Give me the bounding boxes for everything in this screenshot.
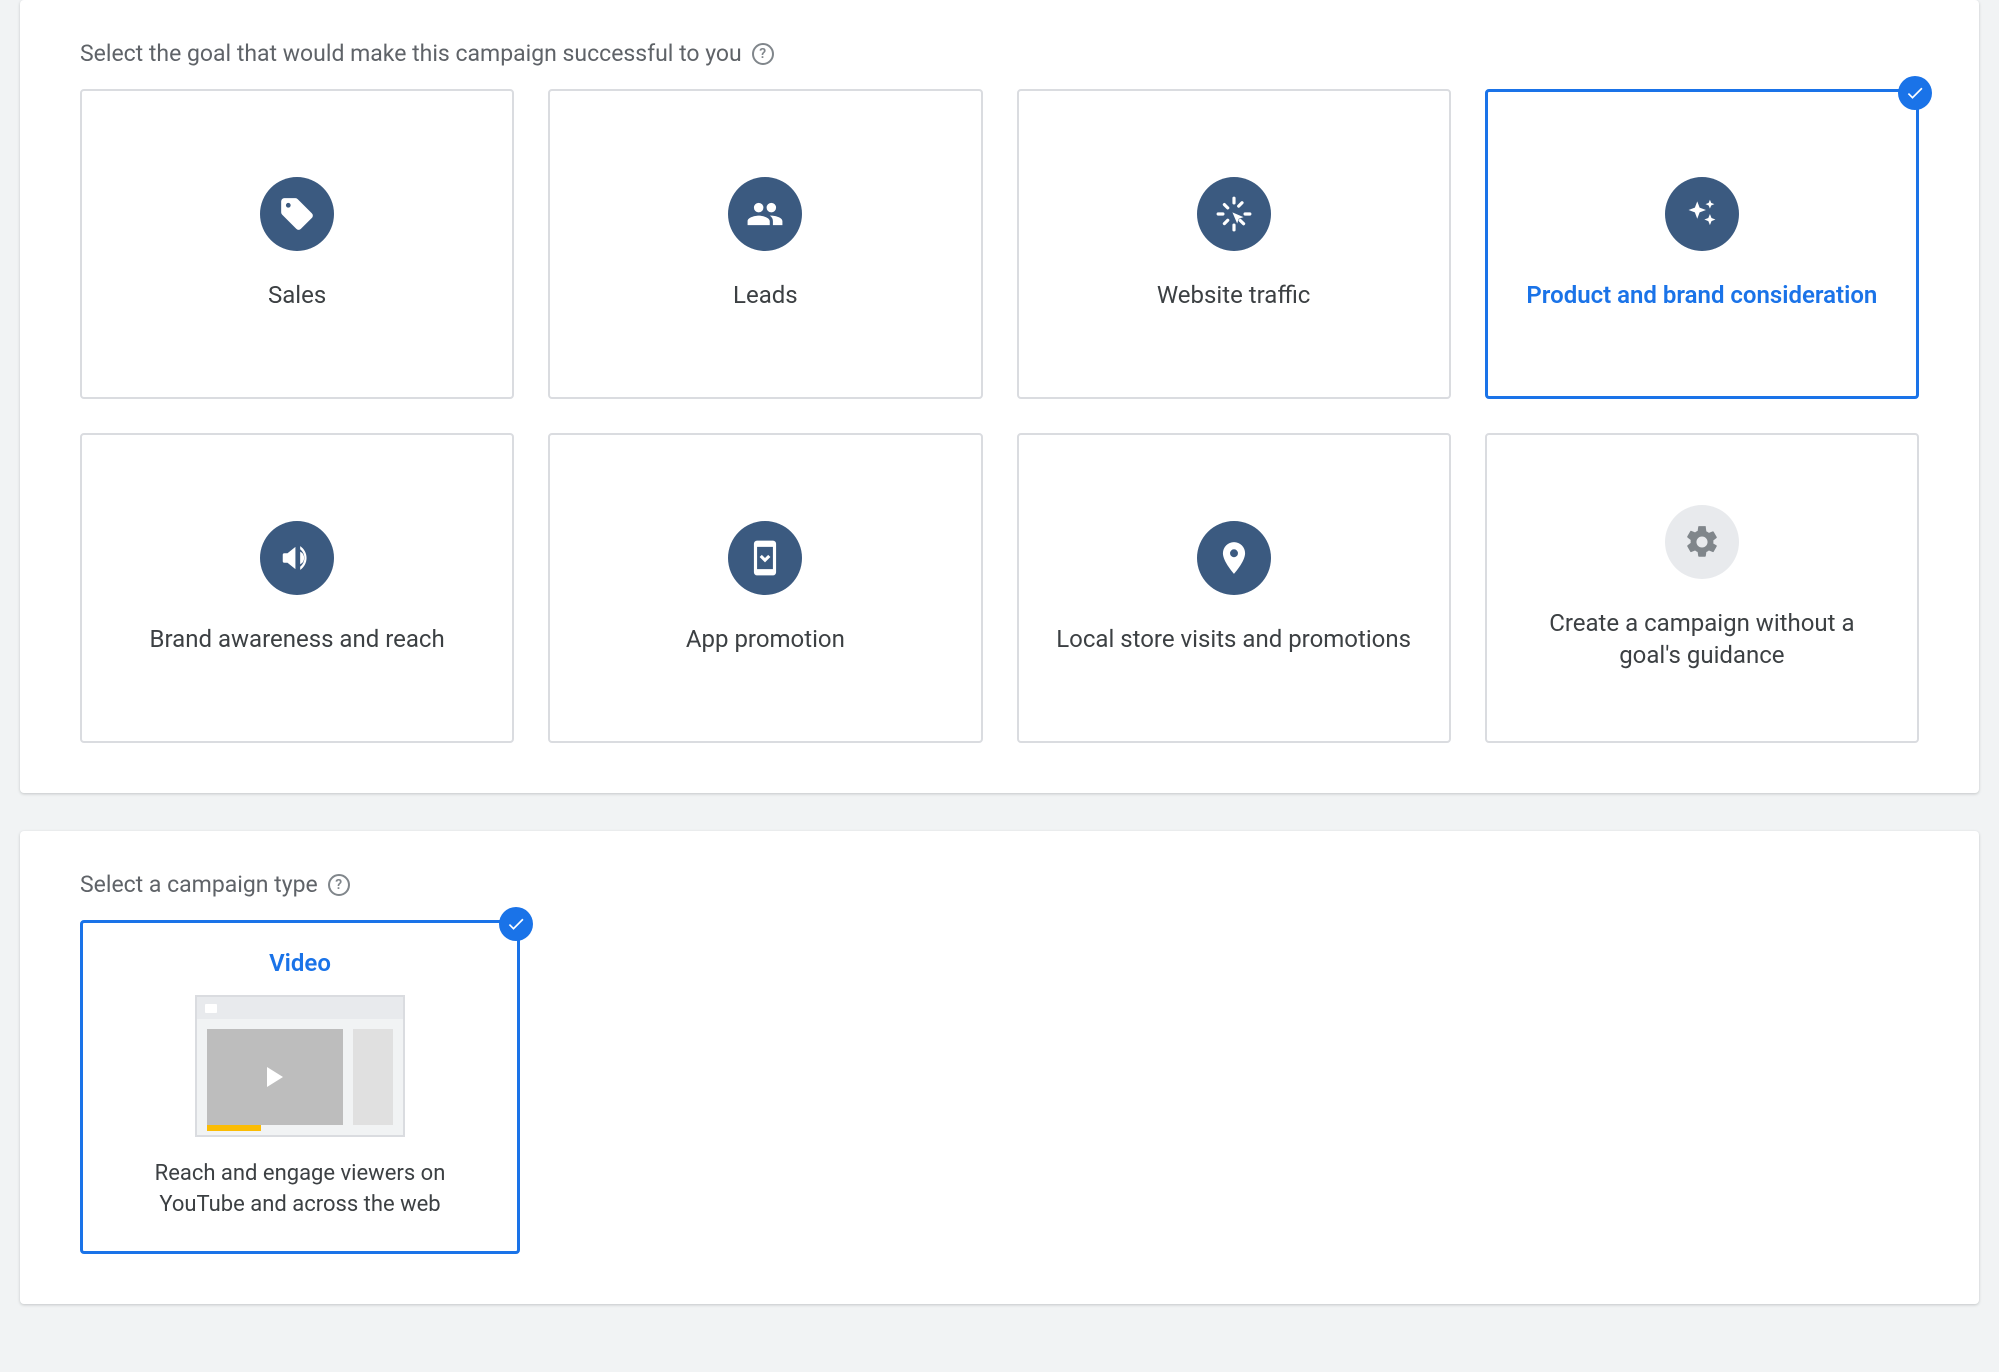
click-icon (1197, 177, 1271, 251)
goal-heading-text: Select the goal that would make this cam… (80, 40, 742, 67)
app-download-icon (728, 521, 802, 595)
check-icon (1898, 76, 1932, 110)
goal-label: App promotion (686, 623, 845, 655)
goal-card-local-store[interactable]: Local store visits and promotions (1017, 433, 1451, 743)
megaphone-icon (260, 521, 334, 595)
campaign-type-card-video[interactable]: Video Reach and engage viewers on YouTub… (80, 920, 520, 1254)
goal-card-app-promotion[interactable]: App promotion (548, 433, 982, 743)
goal-label: Leads (733, 279, 798, 311)
goal-card-sales[interactable]: Sales (80, 89, 514, 399)
goal-card-leads[interactable]: Leads (548, 89, 982, 399)
location-pin-icon (1197, 521, 1271, 595)
tag-icon (260, 177, 334, 251)
campaign-type-heading-text: Select a campaign type (80, 871, 318, 898)
sparkle-icon (1665, 177, 1739, 251)
goal-heading: Select the goal that would make this cam… (80, 40, 1919, 67)
goal-label: Sales (268, 279, 326, 311)
campaign-type-description: Reach and engage viewers on YouTube and … (120, 1159, 480, 1221)
goal-label: Website traffic (1157, 279, 1311, 311)
goal-card-no-goal[interactable]: Create a campaign without a goal's guida… (1485, 433, 1919, 743)
goal-card-website-traffic[interactable]: Website traffic (1017, 89, 1451, 399)
goal-grid: Sales Leads Website traffic (80, 89, 1919, 743)
goal-card-brand-awareness[interactable]: Brand awareness and reach (80, 433, 514, 743)
help-icon[interactable]: ? (328, 874, 350, 896)
campaign-type-heading: Select a campaign type ? (80, 871, 1919, 898)
goal-panel: Select the goal that would make this cam… (20, 0, 1979, 793)
people-icon (728, 177, 802, 251)
help-icon[interactable]: ? (752, 43, 774, 65)
video-thumbnail-icon (195, 995, 405, 1137)
goal-label: Brand awareness and reach (150, 623, 445, 655)
goal-label: Product and brand consideration (1526, 279, 1877, 311)
check-icon (499, 907, 533, 941)
goal-label: Local store visits and promotions (1056, 623, 1411, 655)
goal-card-product-brand-consideration[interactable]: Product and brand consideration (1485, 89, 1919, 399)
campaign-type-title: Video (113, 949, 487, 977)
campaign-type-row: Video Reach and engage viewers on YouTub… (80, 920, 1919, 1254)
campaign-type-panel: Select a campaign type ? Video Reach and… (20, 831, 1979, 1304)
gear-icon (1665, 505, 1739, 579)
goal-label: Create a campaign without a goal's guida… (1522, 607, 1882, 672)
